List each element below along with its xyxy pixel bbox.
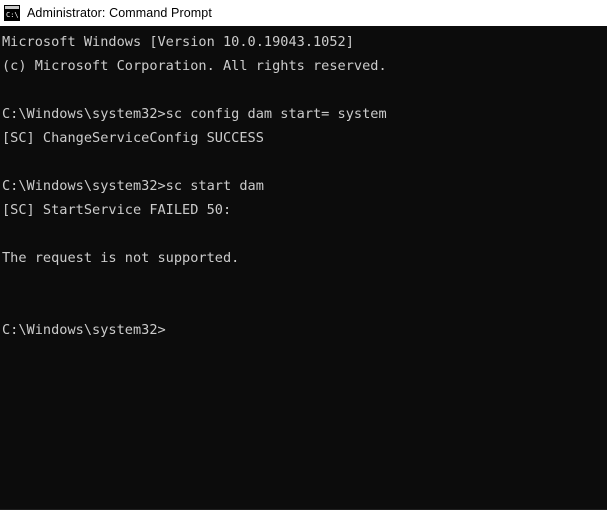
- console-line: [SC] ChangeServiceConfig SUCCESS: [2, 130, 264, 146]
- console-line: Microsoft Windows [Version 10.0.19043.10…: [2, 34, 354, 50]
- svg-text:C:\: C:\: [6, 11, 19, 19]
- console-line: C:\Windows\system32>sc config dam start=…: [2, 106, 387, 122]
- console-output: Microsoft Windows [Version 10.0.19043.10…: [2, 30, 607, 342]
- console-line: C:\Windows\system32>sc start dam: [2, 178, 264, 194]
- console-line: (c) Microsoft Corporation. All rights re…: [2, 58, 387, 74]
- window-title: Administrator: Command Prompt: [27, 6, 212, 20]
- console-line: C:\Windows\system32>: [2, 322, 166, 338]
- terminal-screen[interactable]: Microsoft Windows [Version 10.0.19043.10…: [0, 26, 607, 510]
- console-line: [SC] StartService FAILED 50:: [2, 202, 232, 218]
- console-line: The request is not supported.: [2, 250, 240, 266]
- command-prompt-window: C:\ Administrator: Command Prompt Micros…: [0, 0, 607, 510]
- command-prompt-icon: C:\: [4, 5, 20, 21]
- window-titlebar[interactable]: C:\ Administrator: Command Prompt: [0, 0, 607, 26]
